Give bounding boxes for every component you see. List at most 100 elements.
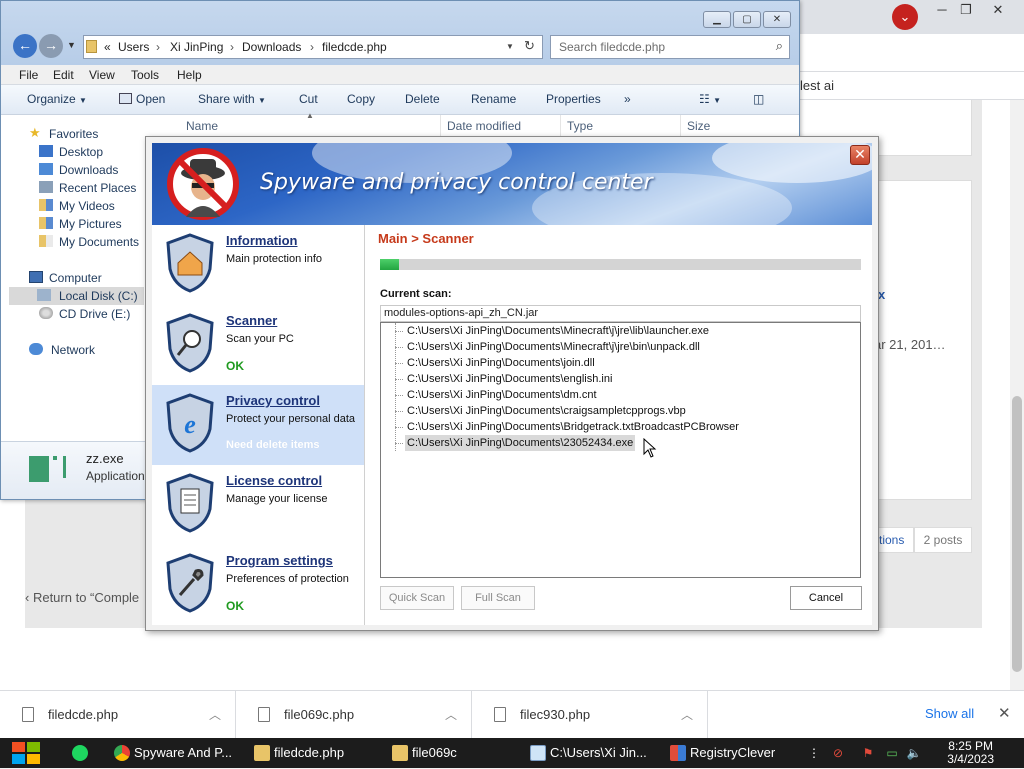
refresh-icon[interactable]: ↻ [524, 38, 535, 54]
column-type[interactable]: Type [567, 119, 593, 133]
recent-places-icon [39, 181, 53, 193]
close-downloads-icon[interactable]: ✕ [998, 704, 1011, 722]
show-all-link[interactable]: Show all [925, 706, 974, 721]
sidebar-item-license-control[interactable]: License control Manage your license [152, 465, 364, 545]
chevron-up-icon[interactable]: ︿ [681, 706, 693, 723]
organize-button[interactable]: Organize ▼ [27, 92, 87, 106]
tray-shield-icon[interactable]: ⊘ [830, 745, 846, 761]
chevron-up-icon[interactable]: ︿ [445, 706, 457, 723]
tray-flag-icon[interactable]: ⚑ [860, 745, 876, 761]
menu-help[interactable]: Help [177, 68, 202, 82]
taskbar-clock[interactable]: 8:25 PM 3/4/2023 [947, 740, 994, 766]
scan-progress-bar [380, 259, 861, 270]
taskbar-item-spyware[interactable]: Spyware And P... [110, 740, 236, 766]
search-icon[interactable]: ⌕ [776, 38, 783, 54]
properties-button[interactable]: Properties [546, 92, 601, 106]
cancel-button[interactable]: Cancel [790, 586, 862, 610]
sidebar-item-program-settings[interactable]: Program settings Preferences of protecti… [152, 545, 364, 625]
column-size[interactable]: Size [687, 119, 710, 133]
column-name[interactable]: Name [186, 119, 218, 133]
close-icon[interactable]: ✕ [763, 11, 791, 28]
folder-icon [86, 40, 97, 53]
menu-edit[interactable]: Edit [53, 68, 74, 82]
pictures-icon [39, 217, 53, 229]
scan-result-item[interactable]: C:\Users\Xi JinPing\Documents\23052434.e… [405, 435, 636, 451]
full-scan-button[interactable]: Full Scan [461, 586, 535, 610]
download-item[interactable]: filedcde.php ︿ [0, 691, 236, 739]
taskbar-item-file069c[interactable]: file069c [388, 740, 514, 766]
copy-button[interactable]: Copy [347, 92, 375, 106]
maximize-icon[interactable]: ▢ [733, 11, 761, 28]
start-button[interactable] [10, 740, 42, 766]
taskbar-item-notepad[interactable]: C:\Users\Xi Jin... [526, 740, 652, 766]
breadcrumb-item[interactable]: Users [118, 40, 149, 54]
quick-scan-button[interactable]: Quick Scan [380, 586, 454, 610]
column-date-modified[interactable]: Date modified [447, 119, 521, 133]
chrome-scroll-thumb[interactable] [1012, 396, 1022, 672]
sidebar-title[interactable]: Scanner [226, 313, 277, 328]
chevron-right-icon[interactable]: › [310, 40, 314, 54]
spy-logo-icon [167, 148, 239, 220]
scan-result-item[interactable]: C:\Users\Xi JinPing\Documents\dm.cnt [405, 387, 599, 403]
tray-network-icon[interactable]: ▭ [884, 745, 900, 761]
dialog-close-button[interactable]: ✕ [850, 145, 870, 165]
forum-return-link[interactable]: ‹ Return to “Comple [25, 590, 145, 605]
menu-tools[interactable]: Tools [131, 68, 159, 82]
breadcrumb-item[interactable]: Xi JinPing [170, 40, 223, 54]
nav-local-disk[interactable]: Local Disk (C:) [9, 287, 144, 305]
menu-file[interactable]: File [19, 68, 38, 82]
tray-overflow-icon[interactable]: ⋮ [806, 745, 822, 761]
chevron-up-icon[interactable]: ︿ [209, 706, 221, 723]
menu-view[interactable]: View [89, 68, 115, 82]
close-icon[interactable]: ✕ [984, 2, 1012, 18]
breadcrumb-item[interactable]: Downloads [242, 40, 301, 54]
rename-button[interactable]: Rename [471, 92, 516, 106]
view-options-icon[interactable]: ☷ ▼ [699, 92, 721, 106]
sidebar-title[interactable]: Privacy control [226, 393, 320, 408]
cut-button[interactable]: Cut [299, 92, 318, 106]
ie-shield-icon: e [166, 393, 214, 453]
bookmark-item[interactable]: lest ai [800, 78, 834, 93]
back-arrow-icon[interactable]: ← [13, 34, 37, 58]
sidebar-title[interactable]: License control [226, 473, 322, 488]
scan-results-list[interactable]: C:\Users\Xi JinPing\Documents\Minecraft\… [380, 322, 861, 578]
sidebar-item-information[interactable]: Information Main protection info [152, 225, 364, 305]
spotify-icon[interactable] [72, 745, 88, 761]
preview-pane-icon[interactable]: ◫ [753, 92, 764, 106]
address-bar[interactable]: « Users › Xi JinPing › Downloads › filed… [83, 35, 543, 59]
taskbar-item-registryclever[interactable]: RegistryClever [666, 740, 792, 766]
chevron-right-icon[interactable]: › [156, 40, 160, 54]
download-item[interactable]: filec930.php ︿ [472, 691, 708, 739]
delete-button[interactable]: Delete [405, 92, 440, 106]
scan-result-item[interactable]: C:\Users\Xi JinPing\Documents\craigsampl… [405, 403, 688, 419]
share-with-button[interactable]: Share with ▼ [198, 92, 266, 106]
more-commands-button[interactable]: » [624, 92, 631, 106]
open-button[interactable]: Open [119, 92, 165, 106]
sidebar-title[interactable]: Program settings [226, 553, 333, 568]
download-item[interactable]: file069c.php ︿ [236, 691, 472, 739]
scan-result-item[interactable]: C:\Users\Xi JinPing\Documents\english.in… [405, 371, 614, 387]
sidebar-item-scanner[interactable]: Scanner Scan your PC OK [152, 305, 364, 385]
tray-volume-icon[interactable]: 🔈 [906, 745, 922, 761]
forward-arrow-icon[interactable]: → [39, 34, 63, 58]
downloads-icon [39, 163, 53, 175]
chrome-scrollbar[interactable] [1010, 100, 1024, 690]
breadcrumb-item[interactable]: filedcde.php [322, 40, 387, 54]
sidebar-item-privacy-control[interactable]: e Privacy control Protect your personal … [152, 385, 364, 465]
search-input[interactable]: Search filedcde.php ⌕ [550, 35, 790, 59]
scan-result-item[interactable]: C:\Users\Xi JinPing\Documents\Bridgetrac… [405, 419, 741, 435]
minimize-icon[interactable]: ▁ [703, 11, 731, 28]
scan-result-item[interactable]: C:\Users\Xi JinPing\Documents\Minecraft\… [405, 339, 702, 355]
scan-result-item[interactable]: C:\Users\Xi JinPing\Documents\Minecraft\… [405, 323, 711, 339]
taskbar-item-filedcde[interactable]: filedcde.php [250, 740, 376, 766]
clock-date: 3/4/2023 [947, 752, 994, 766]
scan-result-item[interactable]: C:\Users\Xi JinPing\Documents\join.dll [405, 355, 597, 371]
sidebar-title[interactable]: Information [226, 233, 298, 248]
restore-icon[interactable]: ❐ [952, 2, 980, 18]
address-dropdown-icon[interactable]: ▼ [506, 42, 514, 51]
profile-button[interactable]: ⌄ [892, 4, 918, 30]
breadcrumb-overflow[interactable]: « [104, 40, 111, 54]
forum-link[interactable]: x [878, 287, 885, 302]
chevron-right-icon[interactable]: › [230, 40, 234, 54]
recent-pages-chevron-icon[interactable]: ▼ [67, 40, 76, 50]
